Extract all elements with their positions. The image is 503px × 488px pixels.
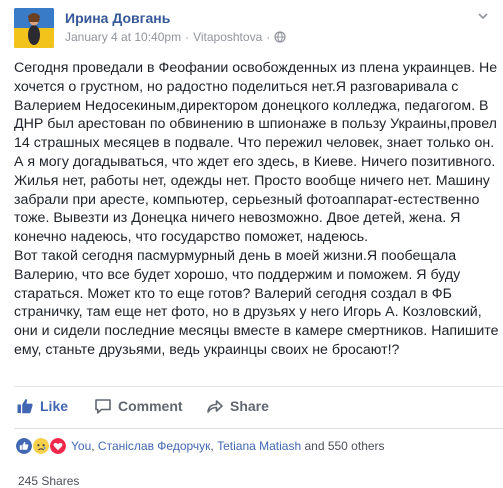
post-timestamp[interactable]: January 4 at 10:40pm: [65, 30, 181, 44]
share-button[interactable]: Share: [206, 392, 269, 420]
reactions-summary[interactable]: You, Станіслав Федорчук, Tetiana Matiash…: [16, 436, 385, 456]
comment-button[interactable]: Comment: [94, 392, 183, 420]
reaction-names: You, Станіслав Федорчук, Tetiana Matiash…: [71, 439, 385, 453]
reaction-you[interactable]: You: [71, 439, 91, 453]
post-location[interactable]: Vitaposhtova: [193, 30, 262, 44]
post-paragraph-1: Сегодня проведали в Феофании освобожденн…: [14, 60, 498, 246]
avatar-image: [14, 8, 54, 48]
divider: [14, 428, 503, 429]
like-button[interactable]: Like: [16, 392, 68, 420]
action-bar: Like Comment Share: [0, 392, 503, 420]
sad-reaction-icon[interactable]: [33, 438, 49, 454]
reaction-separator: ,: [91, 439, 98, 453]
chevron-down-icon[interactable]: [477, 10, 489, 22]
post-paragraph-2: Вот такой сегодня пасмурмурный день в мо…: [14, 247, 499, 358]
reaction-others[interactable]: and 550 others: [301, 439, 384, 453]
author-name[interactable]: Ирина Довгань: [65, 10, 170, 26]
reaction-name-1[interactable]: Станіслав Федорчук: [98, 439, 211, 453]
shares-count[interactable]: 245 Shares: [18, 474, 79, 488]
comment-label: Comment: [118, 398, 183, 414]
love-reaction-icon[interactable]: [50, 438, 66, 454]
like-reaction-icon[interactable]: [16, 438, 32, 454]
post-body: Сегодня проведали в Феофании освобожденн…: [14, 59, 500, 360]
avatar[interactable]: [14, 8, 54, 48]
meta-separator-2: ·: [266, 30, 271, 44]
meta-separator: ·: [185, 30, 190, 44]
like-label: Like: [40, 398, 69, 414]
share-icon: [207, 400, 223, 413]
comment-icon: [95, 399, 111, 414]
share-label: Share: [230, 398, 269, 414]
reaction-name-2[interactable]: Tetiana Matiash: [217, 439, 301, 453]
globe-icon[interactable]: [274, 31, 286, 43]
thumbs-up-icon: [17, 399, 33, 414]
post-meta: January 4 at 10:40pm · Vitaposhtova ·: [65, 30, 286, 44]
divider: [14, 386, 503, 387]
